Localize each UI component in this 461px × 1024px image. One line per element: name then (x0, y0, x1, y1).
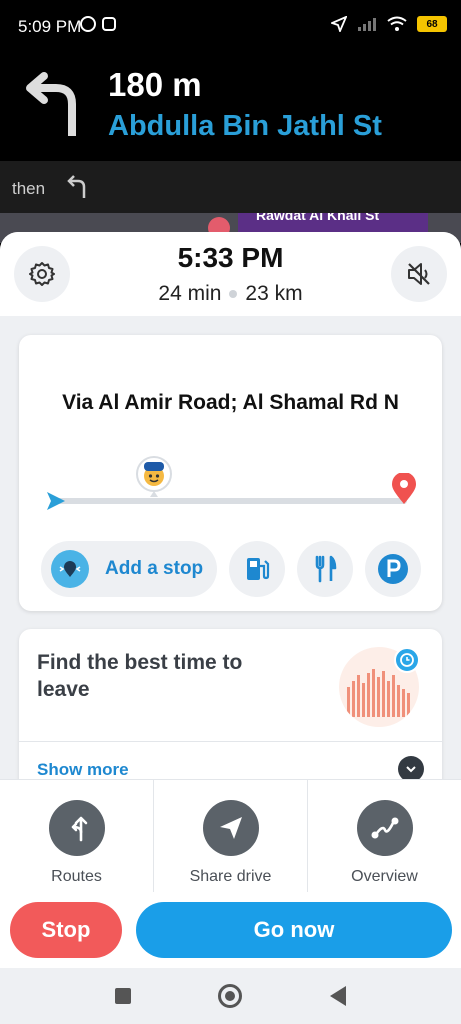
home-button[interactable] (218, 984, 242, 1008)
current-position-icon (47, 492, 65, 510)
overview-icon (356, 800, 413, 856)
wifi-icon (387, 16, 407, 31)
gas-station-button[interactable] (229, 541, 285, 597)
overview-action[interactable]: Overview (308, 780, 461, 892)
add-stop-button[interactable]: Add a stop (41, 541, 217, 597)
status-bar: 5:09 PM 68 (0, 0, 461, 56)
eta-summary: 24 min 23 km (0, 282, 461, 306)
route-via: Via Al Amir Road; Al Shamal Rd N (62, 391, 399, 414)
routes-label: Routes (51, 868, 102, 885)
signal-icon (358, 18, 376, 31)
parking-icon (378, 554, 408, 584)
route-progress-track (57, 498, 407, 504)
best-time-card[interactable]: Find the best time to leave Show more (19, 629, 442, 789)
share-drive-icon (202, 800, 259, 856)
add-stop-icon (51, 550, 89, 588)
routes-action[interactable]: Routes (0, 780, 154, 892)
restaurant-button[interactable] (297, 541, 353, 597)
share-drive-action[interactable]: Share drive (154, 780, 308, 892)
location-arrow-icon (331, 16, 347, 32)
status-left-icons (80, 16, 116, 32)
best-time-title: Find the best time to leave (37, 651, 243, 701)
status-right-icons: 68 (331, 16, 447, 32)
bottom-buttons: Stop Go now (0, 892, 461, 968)
sound-off-icon (408, 263, 430, 285)
then-label: then (12, 179, 46, 198)
separator-dot (229, 290, 238, 299)
emoji-icon (80, 16, 96, 32)
destination-pin-icon (392, 473, 416, 504)
restaurant-icon (315, 555, 337, 583)
route-card: Via Al Amir Road; Al Shamal Rd N Add a s… (19, 335, 442, 611)
system-nav-bar (0, 968, 461, 1024)
record-icon (102, 17, 116, 31)
gear-icon (29, 262, 55, 286)
trip-duration: 24 min (158, 282, 222, 305)
turn-distance: 180 m (108, 66, 202, 103)
navigation-header[interactable]: 180 m Abdulla Bin Jathl St (0, 56, 461, 161)
routes-icon (48, 800, 105, 856)
street-name: Abdulla Bin Jathl St (108, 110, 382, 142)
go-now-button[interactable]: Go now (136, 902, 452, 958)
overview-label: Overview (351, 868, 418, 885)
trip-distance: 23 km (245, 282, 303, 305)
parking-button[interactable] (365, 541, 421, 597)
action-bar: Routes Share drive Overview (0, 779, 461, 892)
mute-button[interactable] (391, 246, 447, 302)
route-sheet: 5:33 PM 24 min 23 km Via Al Amir Road; Al… (0, 232, 461, 968)
eta-header: 5:33 PM 24 min 23 km (0, 232, 461, 316)
stop-pin-icon (59, 561, 81, 577)
alarm-clock-icon (394, 647, 420, 673)
gas-station-icon (247, 558, 270, 580)
back-button[interactable] (330, 986, 346, 1006)
share-drive-label: Share drive (189, 868, 272, 885)
show-more-link[interactable]: Show more (37, 760, 129, 780)
police-report-icon (136, 456, 172, 497)
then-turn-left-icon (67, 175, 86, 198)
recent-apps-button[interactable] (115, 988, 131, 1004)
settings-button[interactable] (14, 246, 70, 302)
status-time: 5:09 PM (18, 17, 82, 36)
stop-button[interactable]: Stop (10, 902, 122, 958)
turn-left-icon (26, 72, 76, 136)
divider (19, 741, 442, 742)
battery-icon: 68 (417, 16, 447, 32)
add-stop-label: Add a stop (105, 558, 204, 579)
then-bar: then (0, 161, 461, 213)
